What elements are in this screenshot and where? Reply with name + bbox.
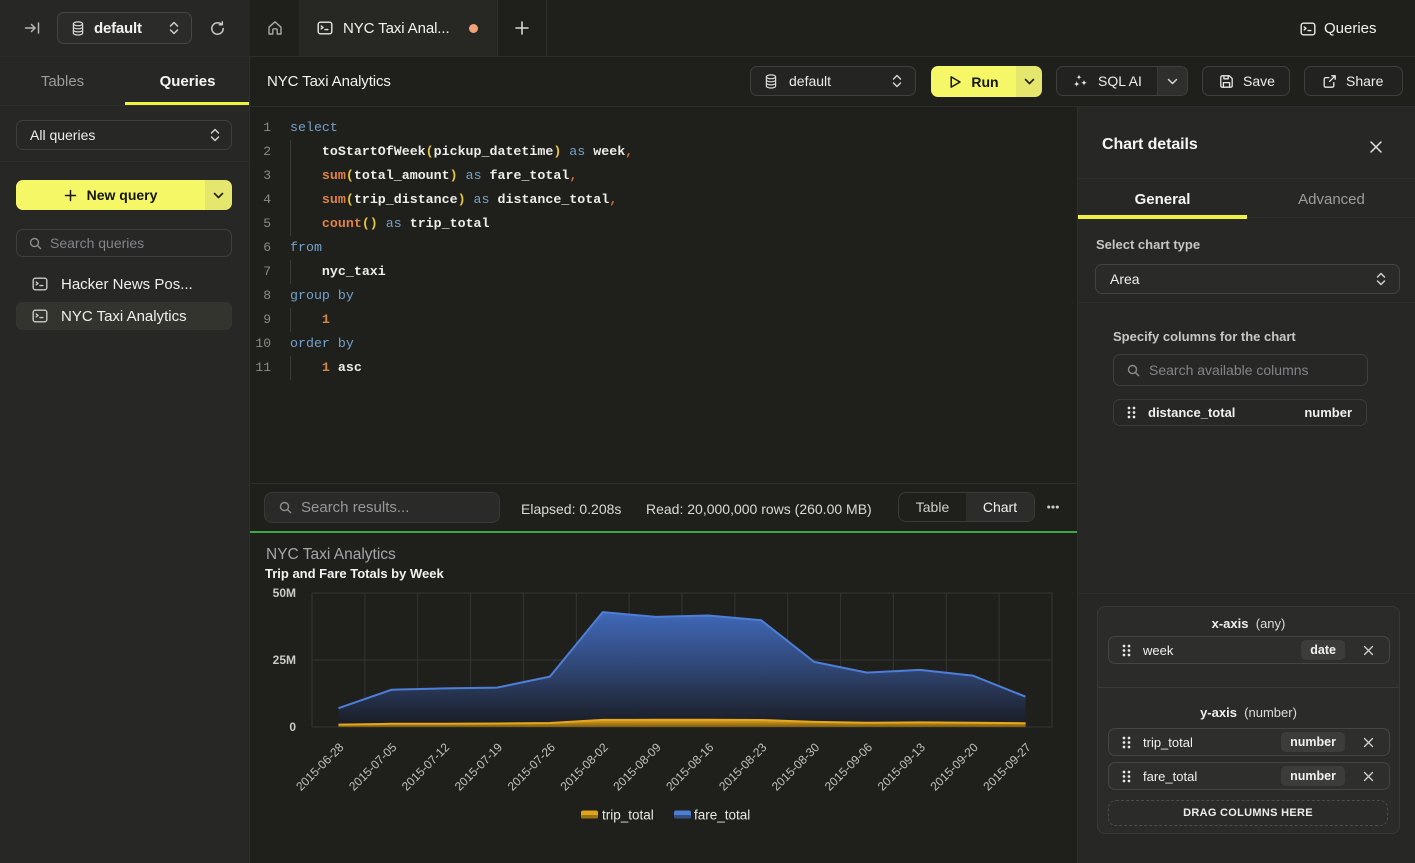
svg-text:0: 0 xyxy=(289,720,296,734)
svg-text:2015-09-20: 2015-09-20 xyxy=(928,740,982,794)
svg-text:2015-06-28: 2015-06-28 xyxy=(293,740,347,794)
svg-text:2015-09-06: 2015-09-06 xyxy=(822,740,876,794)
svg-text:2015-08-09: 2015-08-09 xyxy=(610,740,664,794)
svg-text:25M: 25M xyxy=(273,653,296,667)
svg-text:2015-08-30: 2015-08-30 xyxy=(769,740,823,794)
svg-text:2015-07-12: 2015-07-12 xyxy=(399,740,453,794)
svg-text:2015-09-27: 2015-09-27 xyxy=(980,740,1034,794)
svg-text:2015-09-13: 2015-09-13 xyxy=(875,740,929,794)
svg-text:50M: 50M xyxy=(273,586,296,600)
svg-text:2015-07-05: 2015-07-05 xyxy=(346,740,400,794)
svg-text:fare_total: fare_total xyxy=(694,808,750,823)
svg-text:2015-08-23: 2015-08-23 xyxy=(716,740,770,794)
svg-text:trip_total: trip_total xyxy=(602,808,654,823)
svg-text:2015-08-16: 2015-08-16 xyxy=(663,740,717,794)
svg-text:2015-08-02: 2015-08-02 xyxy=(558,740,612,794)
svg-text:2015-07-26: 2015-07-26 xyxy=(505,740,559,794)
svg-text:2015-07-19: 2015-07-19 xyxy=(452,740,506,794)
